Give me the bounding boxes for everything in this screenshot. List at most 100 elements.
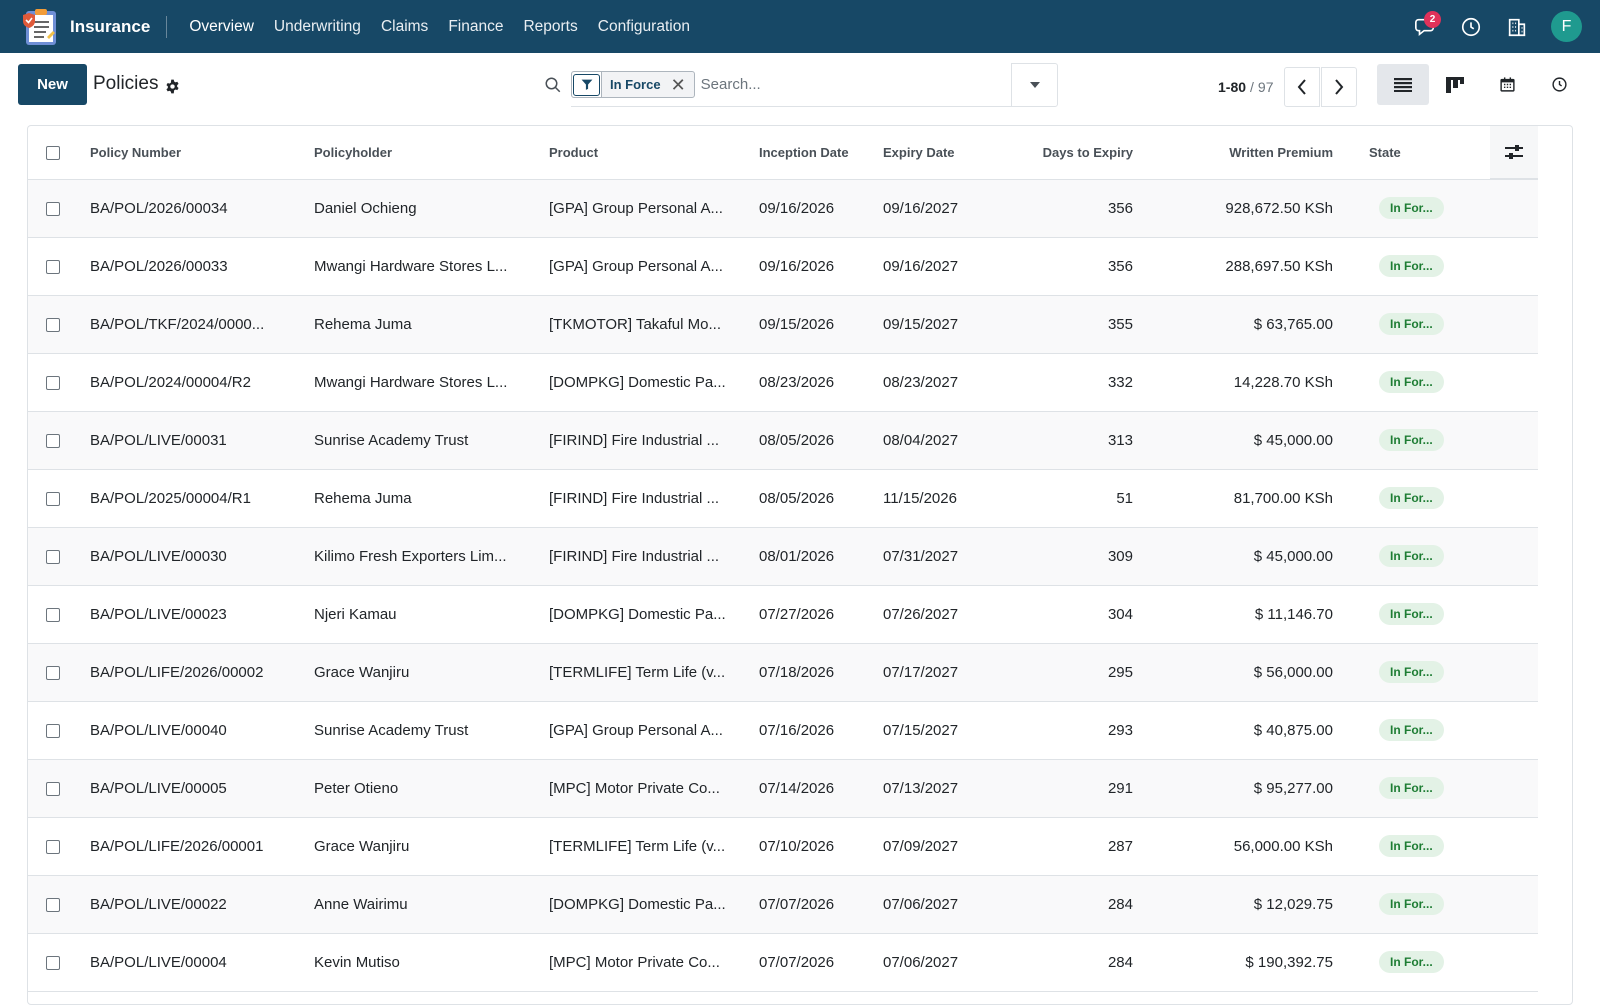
cell-inception-date: 07/16/2026 xyxy=(759,721,835,739)
cell-policy-number: BA/POL/LIVE/00031 xyxy=(90,431,227,449)
table-row[interactable]: BA/POL/LIVE/00023 Njeri Kamau [DOMPKG] Dom… xyxy=(28,585,1538,643)
cell-inception-date: 07/27/2026 xyxy=(759,605,835,623)
menu-overview[interactable]: Overview xyxy=(179,0,264,53)
header-product[interactable]: Product xyxy=(549,126,759,180)
header-expiry-date[interactable]: Expiry Date xyxy=(883,126,1001,180)
pager: 1-80 / 97 xyxy=(1218,67,1357,107)
company-switcher-button[interactable] xyxy=(1501,11,1533,43)
cell-policyholder: Kevin Mutiso xyxy=(314,953,400,971)
cell-written-premium: 288,697.50 KSh xyxy=(1225,257,1333,275)
cell-days-to-expiry: 304 xyxy=(1107,605,1133,623)
optional-columns-toggle[interactable] xyxy=(1490,126,1538,179)
state-badge: In For... xyxy=(1379,893,1444,915)
list-icon xyxy=(1394,77,1412,92)
gear-icon[interactable] xyxy=(165,79,180,94)
header-written-premium[interactable]: Written Premium xyxy=(1133,126,1333,180)
row-checkbox[interactable] xyxy=(46,665,60,680)
pager-next-button[interactable] xyxy=(1320,67,1357,107)
select-all-checkbox[interactable] xyxy=(46,146,60,161)
row-checkbox[interactable] xyxy=(46,259,60,274)
cell-days-to-expiry: 313 xyxy=(1107,431,1133,449)
table-row[interactable]: BA/POL/LIVE/00031 Sunrise Academy Trust [F… xyxy=(28,411,1538,469)
cell-inception-date: 08/01/2026 xyxy=(759,547,835,565)
cell-days-to-expiry: 332 xyxy=(1107,373,1133,391)
state-badge: In For... xyxy=(1379,255,1444,277)
table-row[interactable]: BA/POL/2024/00004/R2 Mwangi Hardware Stor… xyxy=(28,353,1538,411)
cell-written-premium: $ 95,277.00 xyxy=(1253,779,1333,797)
new-button[interactable]: New xyxy=(18,63,87,105)
menu-finance[interactable]: Finance xyxy=(438,0,513,53)
pager-value[interactable]: 1-80 xyxy=(1218,79,1246,95)
row-checkbox[interactable] xyxy=(46,839,60,854)
search-input[interactable] xyxy=(700,76,1011,93)
row-checkbox[interactable] xyxy=(46,433,60,448)
table-row[interactable]: BA/POL/LIFE/2026/00002 Grace Wanjiru [TERM… xyxy=(28,643,1538,701)
cell-product: [FIRIND] Fire Industrial ... xyxy=(549,489,720,507)
row-checkbox[interactable] xyxy=(46,549,60,564)
row-checkbox[interactable] xyxy=(46,317,60,332)
header-policy-number[interactable]: Policy Number xyxy=(90,126,314,180)
activity-view-button[interactable] xyxy=(1533,64,1585,105)
facet-value: In Force xyxy=(610,77,661,92)
cell-expiry-date: 09/16/2027 xyxy=(883,257,959,275)
table-row[interactable]: BA/POL/2025/00004/R1 Rehema Juma [FIRIND] … xyxy=(28,469,1538,527)
facet-remove-icon[interactable]: ✕ xyxy=(671,76,694,94)
pager-previous-button[interactable] xyxy=(1283,67,1320,107)
messages-button[interactable]: 2 xyxy=(1409,10,1441,43)
row-checkbox[interactable] xyxy=(46,897,60,912)
app-name[interactable]: Insurance xyxy=(70,15,168,38)
table-row[interactable]: BA/POL/LIVE/00040 Sunrise Academy Trust [G… xyxy=(28,701,1538,759)
cell-policyholder: Peter Otieno xyxy=(314,779,399,797)
menu-configuration[interactable]: Configuration xyxy=(588,0,700,53)
state-badge: In For... xyxy=(1379,951,1444,973)
search-options-toggle[interactable] xyxy=(1011,63,1058,107)
cell-policyholder: Kilimo Fresh Exporters Lim... xyxy=(314,547,507,565)
table-body: BA/POL/2026/00034 Daniel Ochieng [GPA] Gro… xyxy=(28,179,1538,991)
row-checkbox[interactable] xyxy=(46,607,60,622)
cell-expiry-date: 07/31/2027 xyxy=(883,547,959,565)
chevron-left-icon xyxy=(1297,79,1306,95)
table-row[interactable]: BA/POL/2026/00033 Mwangi Hardware Stores … xyxy=(28,237,1538,295)
cell-expiry-date: 07/06/2027 xyxy=(883,895,959,913)
row-checkbox[interactable] xyxy=(46,781,60,796)
policies-table: Policy Number Policyholder Product Incep… xyxy=(28,126,1538,992)
cell-days-to-expiry: 284 xyxy=(1107,895,1133,913)
table-row[interactable]: BA/POL/LIVE/00022 Anne Wairimu [DOMPKG] Do… xyxy=(28,875,1538,933)
table-row[interactable]: BA/POL/LIVE/00004 Kevin Mutiso [MPC] Motor… xyxy=(28,933,1538,991)
filter-facet[interactable]: In Force ✕ xyxy=(571,71,695,98)
row-checkbox[interactable] xyxy=(46,201,60,216)
menu-claims[interactable]: Claims xyxy=(371,0,438,53)
list-view-button[interactable] xyxy=(1377,64,1429,105)
row-checkbox[interactable] xyxy=(46,955,60,970)
kanban-view-button[interactable] xyxy=(1429,64,1481,105)
calendar-view-button[interactable] xyxy=(1481,64,1533,105)
row-checkbox[interactable] xyxy=(46,375,60,390)
app-logo-icon[interactable] xyxy=(20,7,60,47)
cell-policy-number: BA/POL/LIFE/2026/00001 xyxy=(90,837,264,855)
table-row[interactable]: BA/POL/TKF/2024/0000... Rehema Juma [TKMOT… xyxy=(28,295,1538,353)
row-checkbox[interactable] xyxy=(46,491,60,506)
state-badge: In For... xyxy=(1379,197,1444,219)
search-icon[interactable] xyxy=(541,76,565,94)
header-days-to-expiry[interactable]: Days to Expiry xyxy=(1001,126,1133,180)
header-policyholder[interactable]: Policyholder xyxy=(314,126,549,180)
table-row[interactable]: BA/POL/2026/00034 Daniel Ochieng [GPA] Gro… xyxy=(28,179,1538,237)
pager-buttons xyxy=(1283,67,1357,107)
table-row[interactable]: BA/POL/LIFE/2026/00001 Grace Wanjiru [TERM… xyxy=(28,817,1538,875)
state-badge: In For... xyxy=(1379,429,1444,451)
activities-button[interactable] xyxy=(1455,11,1487,43)
table-row[interactable]: BA/POL/LIVE/00005 Peter Otieno [MPC] Motor… xyxy=(28,759,1538,817)
cell-policy-number: BA/POL/2024/00004/R2 xyxy=(90,373,251,391)
table-header-row: Policy Number Policyholder Product Incep… xyxy=(28,126,1538,180)
row-checkbox[interactable] xyxy=(46,723,60,738)
user-avatar[interactable]: F xyxy=(1551,11,1582,42)
menu-underwriting[interactable]: Underwriting xyxy=(264,0,371,53)
cell-policy-number: BA/POL/LIVE/00040 xyxy=(90,721,227,739)
cell-policy-number: BA/POL/2025/00004/R1 xyxy=(90,489,251,507)
cell-days-to-expiry: 293 xyxy=(1107,721,1133,739)
menu-reports[interactable]: Reports xyxy=(513,0,587,53)
header-inception-date[interactable]: Inception Date xyxy=(759,126,883,180)
cell-policy-number: BA/POL/TKF/2024/0000... xyxy=(90,315,265,333)
search-bar: In Force ✕ xyxy=(571,63,1011,107)
table-row[interactable]: BA/POL/LIVE/00030 Kilimo Fresh Exporters … xyxy=(28,527,1538,585)
